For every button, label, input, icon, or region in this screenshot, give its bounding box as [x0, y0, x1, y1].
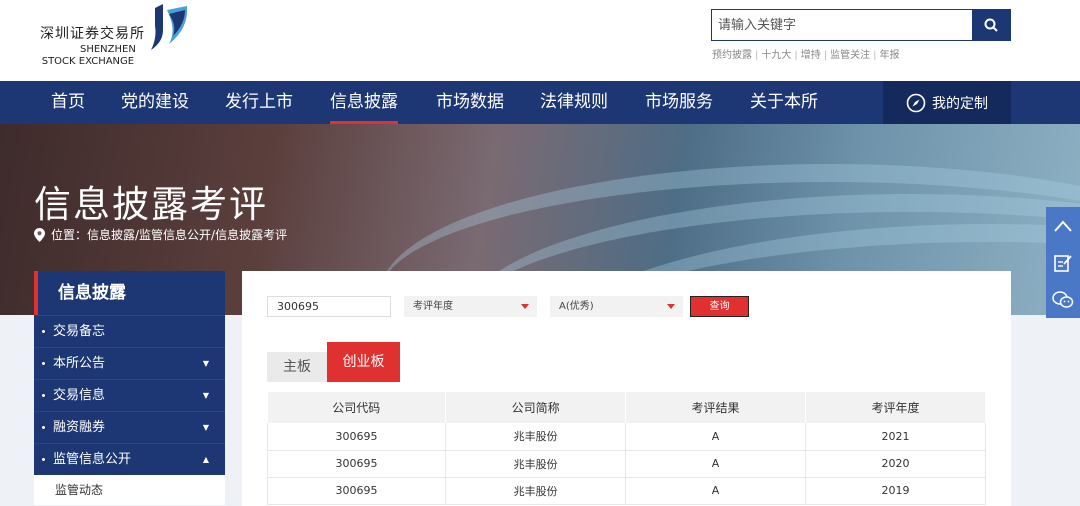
table-header-row: 公司代码 公司简称 考评结果 考评年度: [267, 392, 986, 423]
table-cell: 2019: [805, 477, 986, 505]
nav-item-about[interactable]: 关于本所: [750, 81, 818, 124]
query-button[interactable]: 查询: [690, 296, 749, 317]
table-row: 300695 兆丰股份 A 2019: [266, 477, 986, 505]
logo-mark-icon: [151, 4, 188, 50]
year-select[interactable]: 考评年度: [404, 296, 537, 317]
wechat-button[interactable]: [1046, 281, 1080, 318]
chevron-up-icon: [1054, 219, 1072, 232]
nav-item-services[interactable]: 市场服务: [645, 81, 713, 124]
sidebar-item-regulatory[interactable]: 监管信息公开 ▲: [34, 443, 225, 475]
my-custom-button[interactable]: 我的定制: [883, 81, 1011, 124]
table-cell: 兆丰股份: [445, 423, 627, 451]
hot-keywords: 预约披露 | 十九大 | 增持 | 监管关注 | 年报: [712, 50, 900, 61]
sidebar-item-trade-memo[interactable]: 交易备忘: [34, 315, 225, 347]
content-panel: 300695 考评年度 A(优秀) 查询 主板 创业板 公司代码 公司简称 考评…: [242, 271, 1011, 506]
expand-arrow-icon: ▼: [202, 423, 209, 432]
table-cell: A: [625, 450, 807, 478]
hot-keyword[interactable]: 预约披露: [712, 50, 752, 61]
nav-item-disclosure[interactable]: 信息披露: [330, 81, 398, 124]
sidebar-item-margin[interactable]: 融资融券 ▼: [34, 411, 225, 443]
search-button[interactable]: [972, 10, 1010, 40]
table-cell: 兆丰股份: [445, 450, 627, 478]
company-code-input[interactable]: 300695: [267, 296, 391, 317]
feedback-button[interactable]: [1046, 244, 1080, 281]
column-header: 公司简称: [445, 392, 627, 423]
logo-cn-text: 深圳证券交易所: [40, 26, 145, 42]
evaluation-table: 公司代码 公司简称 考评结果 考评年度 300695 兆丰股份 A 2021 3…: [266, 392, 986, 505]
sidebar-item-trade-info[interactable]: 交易信息 ▼: [34, 379, 225, 411]
logo-en-line1: SHENZHEN: [80, 44, 136, 55]
sidebar-item-announcements[interactable]: 本所公告 ▼: [34, 347, 225, 379]
collapse-arrow-icon: ▲: [202, 455, 209, 464]
nav-item-party[interactable]: 党的建设: [121, 81, 189, 124]
grade-select[interactable]: A(优秀): [550, 296, 683, 317]
dropdown-caret-icon: [667, 304, 675, 309]
table-cell: 2021: [805, 423, 986, 451]
tab-main-board[interactable]: 主板: [267, 352, 327, 382]
column-header: 考评年度: [805, 392, 986, 423]
nav-item-home[interactable]: 首页: [51, 81, 85, 124]
hot-keyword[interactable]: 增持: [801, 50, 821, 61]
hot-keyword[interactable]: 年报: [880, 50, 900, 61]
tab-chinext[interactable]: 创业板: [327, 342, 400, 382]
grade-select-value: A(优秀): [559, 301, 594, 312]
table-cell: A: [625, 477, 807, 505]
sidebar-item-label: 交易信息: [53, 388, 106, 403]
search-icon: [984, 18, 998, 32]
nav-item-listing[interactable]: 发行上市: [225, 81, 293, 124]
column-header: 考评结果: [625, 392, 807, 423]
my-custom-label: 我的定制: [932, 95, 988, 112]
search-box: [711, 9, 1011, 41]
table-cell: 300695: [266, 450, 447, 478]
table-cell: 300695: [266, 423, 447, 451]
expand-arrow-icon: ▼: [202, 359, 209, 368]
nav-item-market-data[interactable]: 市场数据: [436, 81, 504, 124]
compass-icon: [906, 93, 926, 112]
hot-keyword[interactable]: 十九大: [761, 50, 791, 61]
breadcrumb-text[interactable]: 位置：信息披露/监管信息公开/信息披露考评: [51, 226, 287, 243]
sidebar-item-label: 融资融券: [53, 420, 106, 435]
page-title: 信息披露考评: [34, 183, 268, 226]
hot-keyword[interactable]: 监管关注: [830, 50, 870, 61]
szse-logo[interactable]: 深圳证券交易所 SHENZHEN STOCK EXCHANGE: [40, 4, 200, 68]
year-select-value: 考评年度: [413, 301, 453, 312]
table-cell: A: [625, 423, 807, 451]
back-to-top-button[interactable]: [1046, 207, 1080, 244]
wechat-icon: [1052, 290, 1074, 308]
column-header: 公司代码: [267, 392, 447, 423]
floating-toolbar: [1046, 207, 1080, 318]
edit-icon: [1054, 254, 1072, 272]
sidebar: 信息披露 交易备忘 本所公告 ▼ 交易信息 ▼ 融资融券 ▼ 监管信息公开 ▲ 监管动态: [34, 271, 225, 506]
nav-item-rules[interactable]: 法律规则: [540, 81, 608, 124]
breadcrumb: 位置：信息披露/监管信息公开/信息披露考评: [34, 226, 287, 243]
sidebar-item-label: 交易备忘: [53, 324, 106, 339]
sidebar-item-label: 本所公告: [53, 356, 106, 371]
table-row: 300695 兆丰股份 A 2020: [266, 450, 986, 478]
table-cell: 2020: [805, 450, 986, 478]
table-cell: 兆丰股份: [445, 477, 627, 505]
logo-en-line2: STOCK EXCHANGE: [41, 56, 135, 67]
dropdown-caret-icon: [521, 304, 529, 309]
sidebar-subitem-regulatory-news[interactable]: 监管动态: [34, 475, 225, 505]
table-cell: 300695: [266, 477, 447, 505]
sidebar-title: 信息披露: [34, 271, 225, 315]
location-pin-icon: [34, 227, 45, 242]
search-input[interactable]: [712, 10, 970, 40]
logo-en-text: SHENZHEN STOCK EXCHANGE: [40, 44, 136, 68]
header: 深圳证券交易所 SHENZHEN STOCK EXCHANGE 预约披露|十九大…: [0, 0, 1080, 81]
expand-arrow-icon: ▼: [202, 391, 209, 400]
table-row: 300695 兆丰股份 A 2021: [266, 423, 986, 451]
sidebar-item-label: 监管信息公开: [53, 452, 132, 467]
